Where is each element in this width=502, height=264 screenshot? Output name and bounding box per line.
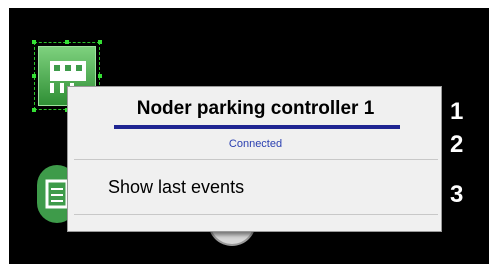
- resize-handle[interactable]: [32, 108, 36, 112]
- resize-handle[interactable]: [98, 74, 102, 78]
- resize-handle[interactable]: [65, 40, 69, 44]
- menu-separator: [74, 159, 438, 160]
- menu-item-label: Show last events: [108, 177, 245, 197]
- resize-handle[interactable]: [32, 74, 36, 78]
- show-last-events-menu-item[interactable]: Show last events: [74, 170, 434, 204]
- resize-handle[interactable]: [98, 40, 102, 44]
- context-menu: Noder parking controller 1 Connected Sho…: [67, 86, 442, 232]
- title-underline: [114, 125, 400, 129]
- menu-title: Noder parking controller 1: [136, 98, 375, 119]
- resize-handle[interactable]: [32, 40, 36, 44]
- connection-status: Connected: [228, 138, 283, 150]
- callout-number: 3: [450, 181, 464, 208]
- callout-number: 1: [450, 98, 464, 125]
- callout-number: 2: [450, 131, 464, 158]
- menu-separator: [74, 214, 438, 215]
